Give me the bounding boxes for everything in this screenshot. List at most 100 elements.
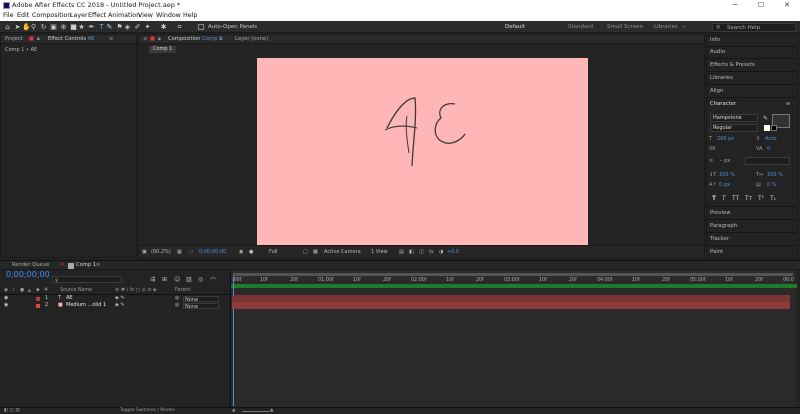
eye-icon[interactable]: ◉ [4,302,8,309]
graph-editor-icon[interactable]: ⌒ [210,276,216,285]
toggle-icons[interactable]: ◧ ◫ ▤ [4,408,20,413]
info-panel[interactable]: Info [710,37,720,43]
workspace-default[interactable]: Default [505,24,525,30]
resolution-select[interactable]: Full [269,249,278,255]
star-tool-icon[interactable]: ★ [78,23,85,31]
superscript-button[interactable]: T¹ [758,195,764,202]
zoom-tool-icon[interactable]: ⚲ [30,23,37,31]
parent-pick-whip-icon[interactable]: ◎ [175,302,179,309]
font-size-value[interactable]: 266 px [717,136,734,142]
layer-row[interactable]: ◉ 2 ■ Medium ...olid 1 ◈ ✎ ◎ None [0,302,230,310]
rectangle-tool-icon[interactable]: ■ [70,23,77,31]
layer-row[interactable]: ◉ 1 T AE ◈ ✎ ◎ None [0,295,230,303]
camera-tool-icon[interactable]: ▣ [50,23,57,31]
tab-effect-controls[interactable]: Effect Controls AE [48,36,95,43]
minimize-button[interactable]: ─ [722,0,748,11]
parent-pick-whip-icon[interactable]: ◎ [175,295,179,302]
small-caps-button[interactable]: Tт [745,195,752,202]
always-preview-icon[interactable]: ▣ [142,249,147,255]
lock-icon[interactable]: 🔒︎ [37,36,40,43]
menu-edit[interactable]: Edit [17,12,29,19]
panel-menu-icon[interactable]: ≡ [786,101,790,107]
close-tab-icon[interactable]: ✕ [60,262,64,269]
workspace-standard[interactable]: Standard [568,24,593,30]
zoom-slider[interactable] [242,411,270,412]
fast-previews-icon[interactable]: ◧ [409,249,414,255]
zoom-out-icon[interactable]: ▲ [232,408,235,413]
layer-name[interactable]: AE [66,295,73,302]
timeline-icon[interactable]: ◫ [419,249,424,255]
pen-tool-icon[interactable]: ✒ [88,23,95,31]
frame-blending-icon[interactable]: ▥ [186,276,192,283]
maximize-button[interactable]: ☐ [748,0,774,11]
layer-search-input[interactable]: ⚲ [52,276,122,284]
brush-tool-icon[interactable]: ✎ [106,23,113,31]
tab-composition[interactable]: Composition Comp 1 [168,36,222,43]
menu-file[interactable]: File [3,12,14,19]
close-tab-icon[interactable]: ■ [150,36,155,43]
camera-select[interactable]: Active Camera [324,249,361,255]
rotate-tool-icon[interactable]: ↻ [40,23,47,31]
composition-canvas[interactable] [257,58,588,245]
tsume-value[interactable]: 0 % [767,182,777,188]
fill-white-swatch[interactable] [764,125,770,131]
show-channel-icon[interactable]: ● [249,249,253,255]
comp-flow-icon[interactable]: ⇶ [150,276,155,283]
eyedropper-icon[interactable]: ✎ [763,115,768,122]
preview-panel[interactable]: Preview [710,210,731,216]
roto-brush-icon[interactable]: ✐ [134,23,141,31]
menu-layer[interactable]: Layer [70,12,88,19]
timeline-timecode[interactable]: 0;00;00;00 [6,270,50,279]
all-caps-button[interactable]: TT [732,195,739,202]
layer-duration-bar[interactable] [232,302,790,309]
panel-menu-icon[interactable]: ≡ [109,36,113,43]
magnification-select[interactable]: (60.2%) [151,249,171,255]
workspace-small-screen[interactable]: Small Screen [607,24,643,30]
eye-icon[interactable]: ◉ [4,295,8,302]
layer-switches[interactable]: ◈ ✎ [115,302,125,309]
toggle-switches-modes[interactable]: Toggle Switches / Modes [120,408,175,413]
selection-tool-icon[interactable]: ➤ [14,23,21,31]
paragraph-panel[interactable]: Paragraph [710,223,737,229]
panel-menu-icon[interactable]: ≡ [96,262,100,269]
clone-stamp-icon[interactable]: ⚑ [116,23,123,31]
motion-blur-icon[interactable]: ◎ [198,276,203,283]
font-family-select[interactable]: Hampstone [710,114,758,122]
close-tab-icon[interactable]: ■ [29,36,34,43]
parent-column[interactable]: Parent [175,288,190,293]
horizontal-scale-value[interactable]: 100 % [767,172,783,178]
flowchart-icon[interactable]: ⇆ [429,249,433,255]
align-panel[interactable]: Align [710,88,723,94]
baseline-shift-value[interactable]: 0 px [719,182,730,188]
composition-menu-icon[interactable]: ≡ [219,36,223,43]
home-icon[interactable]: ⌂ [4,23,11,31]
snap-icon[interactable]: ⌗ [176,23,183,31]
menu-composition[interactable]: Composition [32,12,71,19]
snapshot-icon[interactable]: ◉ [239,249,243,255]
panel-menu-icon[interactable]: ≡ [143,36,147,43]
menu-view[interactable]: View [138,12,153,19]
tracker-panel[interactable]: Tracker [710,236,729,242]
layer-duration-bar[interactable] [232,295,790,302]
parent-select[interactable]: None [183,303,219,310]
search-help-input[interactable]: ⚲ Search Help [712,23,796,32]
region-of-interest-icon[interactable]: ▢ [303,249,308,255]
libraries-panel[interactable]: Libraries [710,75,733,81]
faux-bold-button[interactable]: T [712,195,716,202]
close-button[interactable]: ✕ [774,0,800,11]
puppet-tool-icon[interactable]: ✦ [144,23,151,31]
effects-presets-panel[interactable]: Effects & Presets [710,62,755,68]
stroke-style-select[interactable] [745,157,790,165]
tab-render-queue[interactable]: Render Queue [12,262,49,269]
layer-name[interactable]: Medium ...olid 1 [66,302,106,309]
type-tool-icon[interactable]: T [98,23,105,31]
workspace-libraries[interactable]: Libraries [654,24,678,30]
vertical-scale-value[interactable]: 100 % [719,172,735,178]
font-style-select[interactable]: Regular [710,124,758,132]
comp-subtab[interactable]: Comp 1 [149,46,177,53]
shy-icon[interactable]: ☺ [174,276,180,283]
exposure-icon[interactable]: ◑ [439,249,443,255]
menu-animation[interactable]: Animation [108,12,140,19]
safe-zones-icon[interactable]: ▦ [177,249,182,255]
mask-visibility-icon[interactable]: ◌ [189,249,193,255]
